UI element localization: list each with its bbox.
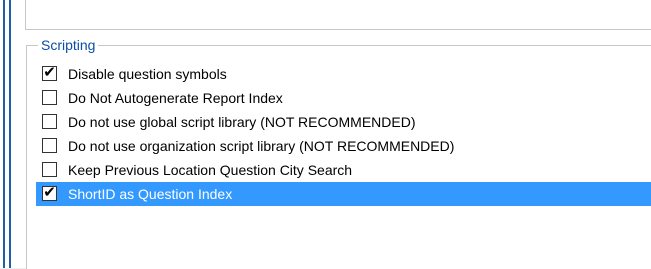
option-checkbox[interactable] [42, 138, 57, 153]
option-label: Do not use global script library (NOT RE… [68, 114, 416, 130]
checkmark-icon: ✔ [43, 183, 56, 201]
option-row[interactable]: ✔ Disable question symbols [36, 62, 651, 86]
option-checkbox[interactable] [42, 90, 57, 105]
window-border-inner-line [9, 0, 11, 268]
option-checkbox[interactable] [42, 162, 57, 177]
upper-groupbox [25, 0, 651, 30]
option-checkbox[interactable] [42, 114, 57, 129]
checkmark-icon: ✔ [43, 63, 56, 81]
option-row[interactable]: Do Not Autogenerate Report Index [36, 86, 651, 110]
option-row[interactable]: ✔ ShortID as Question Index [36, 182, 651, 206]
window-border [0, 0, 12, 268]
option-checkbox[interactable]: ✔ [42, 183, 57, 201]
option-row[interactable]: Keep Previous Location Question City Sea… [36, 158, 651, 182]
option-label: Keep Previous Location Question City Sea… [68, 162, 353, 178]
option-label: Disable question symbols [68, 66, 227, 82]
window-border-outer-line [3, 0, 5, 268]
option-row[interactable]: Do not use global script library (NOT RE… [36, 110, 651, 134]
option-label: Do Not Autogenerate Report Index [68, 90, 283, 106]
option-checkbox[interactable]: ✔ [42, 63, 57, 81]
option-label: ShortID as Question Index [68, 186, 233, 202]
option-label: Do not use organization script library (… [68, 138, 455, 154]
option-row[interactable]: Do not use organization script library (… [36, 134, 651, 158]
groupbox-title: Scripting [38, 35, 99, 55]
